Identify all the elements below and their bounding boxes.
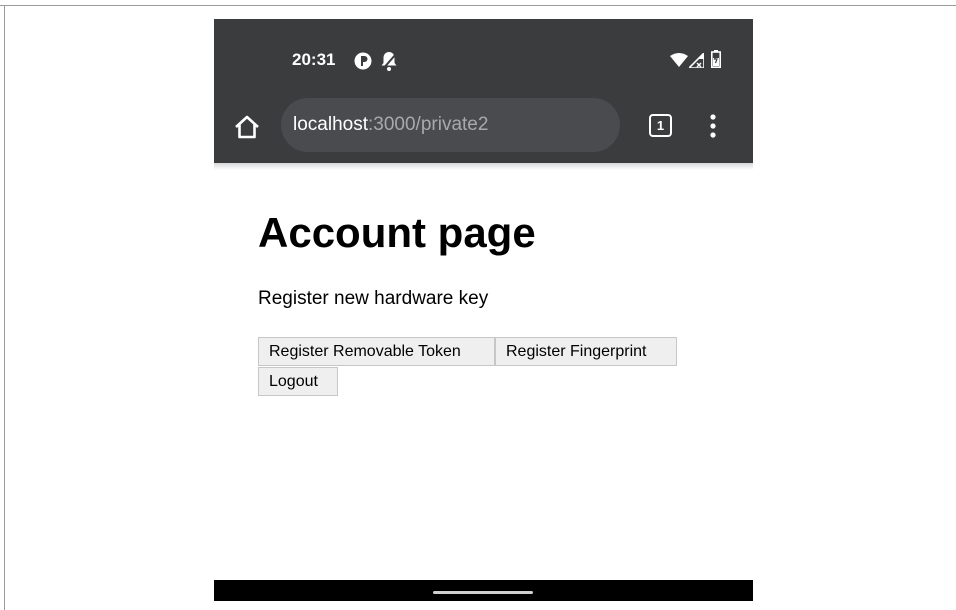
toolbar-shadow [214,163,753,170]
logout-button[interactable]: Logout [258,367,338,396]
signal-icon [687,51,705,73]
status-bar: 20:31 [214,19,753,96]
register-fingerprint-button[interactable]: Register Fingerprint [495,337,677,366]
gesture-handle[interactable] [433,591,533,594]
more-menu-icon[interactable] [705,113,721,139]
tab-switcher-button[interactable]: 1 [649,114,672,137]
page-subtitle: Register new hardware key [258,288,489,309]
window-border-left [4,5,5,610]
address-bar-url: localhost:3000/private2 [293,114,489,135]
address-bar[interactable]: localhost:3000/private2 [281,98,620,152]
phone-screen: 20:31 localhost:3000/private2 1 Account … [214,19,753,601]
browser-toolbar: localhost:3000/private2 1 [214,96,753,163]
wifi-icon [670,53,688,72]
notification-icon [353,51,373,76]
navigation-bar [214,580,753,601]
window-border-top [0,5,956,6]
battery-icon [711,50,721,73]
register-removable-token-button[interactable]: Register Removable Token [258,337,495,366]
bell-icon [379,50,399,77]
status-time: 20:31 [292,50,336,69]
page-title: Account page [258,209,536,256]
home-icon[interactable] [232,112,262,142]
